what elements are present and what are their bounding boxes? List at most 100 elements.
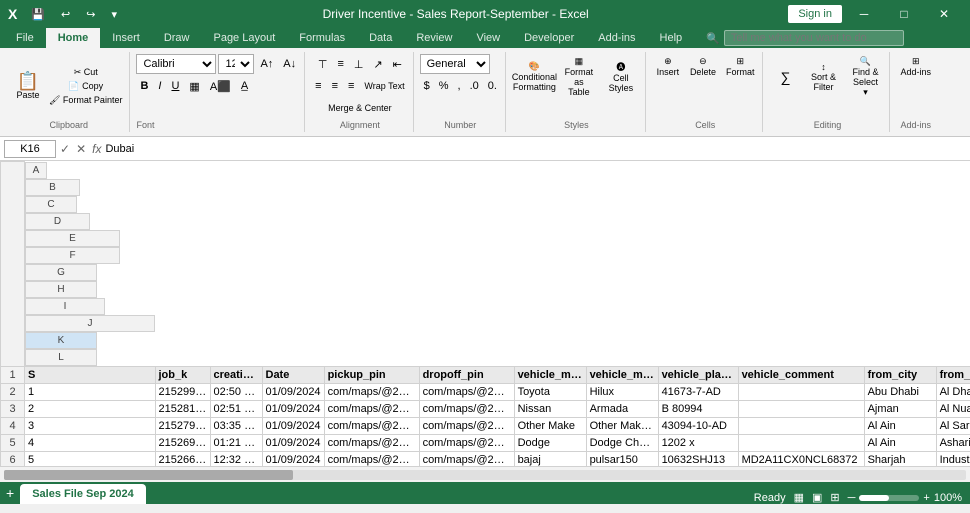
decrease-decimal-btn[interactable]: 0.: [484, 76, 501, 96]
restore-button[interactable]: □: [886, 0, 922, 28]
cell[interactable]: 21526626: [155, 451, 210, 466]
cell[interactable]: B 80994: [658, 400, 738, 417]
sort-filter-btn[interactable]: ↕ Sort & Filter: [803, 60, 843, 94]
tab-draw[interactable]: Draw: [152, 28, 202, 48]
add-sheet-btn[interactable]: +: [0, 482, 20, 504]
cell[interactable]: com/maps/@24.192284: [419, 434, 514, 451]
find-select-btn[interactable]: 🔍 Find & Select ▾: [845, 54, 885, 100]
align-right-btn[interactable]: ≡: [344, 76, 358, 96]
italic-button[interactable]: I: [154, 76, 165, 96]
tab-help[interactable]: Help: [648, 28, 695, 48]
tell-me-input[interactable]: [724, 30, 904, 46]
cell[interactable]: job_k: [155, 366, 210, 383]
cell[interactable]: Dodge Challenger: [586, 434, 658, 451]
cell[interactable]: com/maps/@25.385568: [324, 400, 419, 417]
font-name-select[interactable]: Calibri: [136, 54, 216, 74]
fill-color-button[interactable]: A⬛: [206, 76, 235, 96]
currency-btn[interactable]: $: [420, 76, 434, 96]
cell[interactable]: 3: [25, 417, 156, 434]
number-format-select[interactable]: General: [420, 54, 490, 74]
cell[interactable]: Dodge: [514, 434, 586, 451]
cell[interactable]: 12:32 PM: [210, 451, 262, 466]
col-header-e[interactable]: E: [25, 230, 120, 247]
zoom-in-icon[interactable]: +: [923, 492, 929, 504]
font-color-button[interactable]: A̲: [237, 76, 252, 96]
cell[interactable]: 21527924: [155, 417, 210, 434]
sign-in-button[interactable]: Sign in: [788, 5, 842, 23]
tab-data[interactable]: Data: [357, 28, 404, 48]
page-break-icon[interactable]: ⊞: [830, 491, 839, 504]
cell[interactable]: Al Sarouj: [936, 417, 970, 434]
cell[interactable]: Hilux: [586, 383, 658, 400]
cell[interactable]: [738, 417, 864, 434]
cell[interactable]: 01:21 PM: [210, 434, 262, 451]
decrease-font-btn[interactable]: A↓: [279, 54, 300, 74]
cell[interactable]: from_area: [936, 366, 970, 383]
cell[interactable]: Al Ain: [864, 434, 936, 451]
cell[interactable]: com/maps/@24.188513: [324, 417, 419, 434]
cell[interactable]: 10632SHJ13: [658, 451, 738, 466]
cell[interactable]: 02:50 PM: [210, 383, 262, 400]
col-header-a[interactable]: A: [25, 162, 47, 179]
delete-btn[interactable]: ⊖ Delete: [686, 54, 720, 79]
comma-btn[interactable]: ,: [454, 76, 465, 96]
format-btn[interactable]: ⊞ Format: [722, 54, 759, 79]
tab-formulas[interactable]: Formulas: [287, 28, 357, 48]
cell[interactable]: creation_tin: [210, 366, 262, 383]
format-painter-button[interactable]: 🖌 Format Painter: [46, 94, 125, 107]
undo-quick-btn[interactable]: ↩: [55, 6, 76, 23]
save-quick-btn[interactable]: 💾: [25, 6, 51, 23]
cell[interactable]: Other Make: [514, 417, 586, 434]
cell[interactable]: 01/09/2024: [262, 434, 324, 451]
col-header-l[interactable]: L: [25, 349, 97, 366]
bold-button[interactable]: B: [136, 76, 152, 96]
cell[interactable]: com/maps/@25.318500: [324, 451, 419, 466]
cell[interactable]: 41673-7-AD: [658, 383, 738, 400]
cell[interactable]: 5: [25, 451, 156, 466]
add-ins-btn[interactable]: ⊞ Add-ins: [896, 54, 935, 79]
col-header-g[interactable]: G: [25, 264, 97, 281]
cell[interactable]: 1: [25, 383, 156, 400]
cell[interactable]: vehicle_make: [514, 366, 586, 383]
cell[interactable]: pulsar150: [586, 451, 658, 466]
cell[interactable]: 01/09/2024: [262, 451, 324, 466]
cell[interactable]: 03:35 PM: [210, 417, 262, 434]
cell[interactable]: Asharij: [936, 434, 970, 451]
tab-view[interactable]: View: [464, 28, 512, 48]
cell[interactable]: Abu Dhabi: [864, 383, 936, 400]
page-layout-icon[interactable]: ▣: [812, 491, 822, 504]
cell[interactable]: Nissan: [514, 400, 586, 417]
active-sheet-tab[interactable]: Sales File Sep 2024: [20, 484, 146, 504]
percent-btn[interactable]: %: [435, 76, 453, 96]
cell-styles-btn[interactable]: 🅐 Cell Styles: [601, 58, 641, 95]
cell[interactable]: [738, 383, 864, 400]
underline-button[interactable]: U: [167, 76, 183, 96]
cell[interactable]: from_city: [864, 366, 936, 383]
col-header-h[interactable]: H: [25, 281, 97, 298]
cell[interactable]: com/maps/@25.304885: [419, 451, 514, 466]
redo-quick-btn[interactable]: ↪: [80, 6, 101, 23]
align-middle-btn[interactable]: ≡: [333, 54, 347, 74]
cell[interactable]: Ajman: [864, 400, 936, 417]
cell[interactable]: MD2A11CX0NCL68372: [738, 451, 864, 466]
cell[interactable]: Date: [262, 366, 324, 383]
tab-add-ins[interactable]: Add-ins: [586, 28, 647, 48]
border-button[interactable]: ▦: [185, 76, 203, 96]
col-header-i[interactable]: I: [25, 298, 105, 315]
zoom-slider[interactable]: [859, 495, 919, 501]
cell[interactable]: [738, 400, 864, 417]
tab-insert[interactable]: Insert: [100, 28, 152, 48]
cell[interactable]: dropoff_pin: [419, 366, 514, 383]
tab-developer[interactable]: Developer: [512, 28, 586, 48]
cell[interactable]: com/maps/@24.196005: [419, 383, 514, 400]
zoom-out-icon[interactable]: ─: [848, 492, 856, 504]
align-center-btn[interactable]: ≡: [328, 76, 342, 96]
cell[interactable]: vehicle_plate_num: [658, 366, 738, 383]
tab-home[interactable]: Home: [46, 28, 101, 48]
cell[interactable]: 01/09/2024: [262, 400, 324, 417]
cell-reference-input[interactable]: K16: [4, 140, 56, 158]
tab-review[interactable]: Review: [404, 28, 464, 48]
tab-file[interactable]: File: [4, 28, 46, 48]
conditional-formatting-btn[interactable]: 🎨 Conditional Formatting: [512, 59, 557, 94]
grid-container[interactable]: A B C D E F G H I J K L 1Sjob_kcreation_…: [0, 161, 970, 466]
